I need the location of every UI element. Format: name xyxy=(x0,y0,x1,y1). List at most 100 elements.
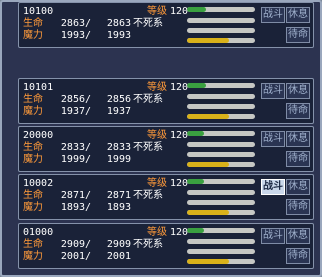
mp-max: 1993 xyxy=(106,30,131,41)
status-bar xyxy=(187,239,255,244)
status-bar xyxy=(187,142,255,147)
hp-label: 生命 xyxy=(23,142,43,153)
mp-current: 1937 xyxy=(60,106,85,117)
rest-button[interactable]: 休息 xyxy=(286,83,310,99)
status-bar xyxy=(187,249,255,254)
level-label: 等级 xyxy=(147,130,167,141)
mp-slash: / xyxy=(85,251,92,262)
status-bar xyxy=(187,104,255,109)
status-bar-fill xyxy=(187,179,204,184)
status-bar xyxy=(187,7,255,12)
mp-current: 1893 xyxy=(60,202,85,213)
wait-button[interactable]: 待命 xyxy=(286,248,310,264)
hp-current: 2833 xyxy=(60,142,85,153)
hp-slash: / xyxy=(85,18,92,29)
status-bar-fill xyxy=(187,210,230,215)
hp-slash: / xyxy=(85,94,92,105)
fight-button[interactable]: 战斗 xyxy=(261,228,285,244)
status-bar-fill xyxy=(187,83,207,88)
hp-max: 2833 xyxy=(106,142,131,153)
level-value: 120 xyxy=(170,178,189,189)
fight-button[interactable]: 战斗 xyxy=(261,179,285,195)
mp-current: 1999 xyxy=(60,154,85,165)
hp-slash: / xyxy=(85,239,92,250)
mp-label: 魔力 xyxy=(23,154,43,165)
status-bar xyxy=(187,114,255,119)
pet-panel: 10002 等级 120 生命 魔力 2871 / 2871 不死系 1893 … xyxy=(18,174,314,220)
hp-label: 生命 xyxy=(23,18,43,29)
hp-current: 2856 xyxy=(60,94,85,105)
race-label: 不死系 xyxy=(133,190,163,201)
race-label: 不死系 xyxy=(133,142,163,153)
status-bar xyxy=(187,18,255,23)
wait-button[interactable]: 待命 xyxy=(286,27,310,43)
fight-button[interactable]: 战斗 xyxy=(261,131,285,147)
hp-max: 2871 xyxy=(106,190,131,201)
hp-label: 生命 xyxy=(23,190,43,201)
status-bar xyxy=(187,259,255,264)
status-bar xyxy=(187,38,255,43)
hp-max: 2863 xyxy=(106,18,131,29)
status-bar xyxy=(187,210,255,215)
status-bar xyxy=(187,83,255,88)
hp-current: 2909 xyxy=(60,239,85,250)
level-value: 120 xyxy=(170,227,189,238)
fight-button[interactable]: 战斗 xyxy=(261,7,285,23)
rest-button[interactable]: 休息 xyxy=(286,7,310,23)
level-label: 等级 xyxy=(147,6,167,17)
status-bar xyxy=(187,179,255,184)
pet-id: 10101 xyxy=(23,82,54,93)
race-label: 不死系 xyxy=(133,239,163,250)
hp-current: 2871 xyxy=(60,190,85,201)
rest-button[interactable]: 休息 xyxy=(286,131,310,147)
rest-button[interactable]: 休息 xyxy=(286,179,310,195)
status-bar xyxy=(187,131,255,136)
mp-max: 2001 xyxy=(106,251,131,262)
mp-slash: / xyxy=(85,30,92,41)
wait-button[interactable]: 待命 xyxy=(286,199,310,215)
status-bar-fill xyxy=(187,114,230,119)
mp-max: 1893 xyxy=(106,202,131,213)
mp-label: 魔力 xyxy=(23,30,43,41)
mp-label: 魔力 xyxy=(23,106,43,117)
race-label: 不死系 xyxy=(133,18,163,29)
status-bar xyxy=(187,200,255,205)
hp-slash: / xyxy=(85,142,92,153)
pet-id: 10002 xyxy=(23,178,54,189)
status-bar xyxy=(187,162,255,167)
mp-max: 1999 xyxy=(106,154,131,165)
pet-panel: 01000 等级 120 生命 魔力 2909 / 2909 不死系 2001 … xyxy=(18,223,314,269)
status-bar-fill xyxy=(187,131,204,136)
pet-id: 10100 xyxy=(23,6,54,17)
mp-label: 魔力 xyxy=(23,251,43,262)
level-label: 等级 xyxy=(147,227,167,238)
wait-button[interactable]: 待命 xyxy=(286,103,310,119)
hp-label: 生命 xyxy=(23,94,43,105)
mp-max: 1937 xyxy=(106,106,131,117)
status-bar xyxy=(187,28,255,33)
status-bar xyxy=(187,94,255,99)
race-label: 不死系 xyxy=(133,94,163,105)
pet-panel: 10100 等级 120 生命 魔力 2863 / 2863 不死系 1993 … xyxy=(18,2,314,48)
status-bar xyxy=(187,228,255,233)
mp-label: 魔力 xyxy=(23,202,43,213)
hp-max: 2909 xyxy=(106,239,131,250)
status-bar xyxy=(187,190,255,195)
hp-current: 2863 xyxy=(60,18,85,29)
level-value: 120 xyxy=(170,130,189,141)
rest-button[interactable]: 休息 xyxy=(286,228,310,244)
status-bar xyxy=(187,152,255,157)
pet-panel: 20000 等级 120 生命 魔力 2833 / 2833 不死系 1999 … xyxy=(18,126,314,172)
status-bar-fill xyxy=(187,7,207,12)
level-label: 等级 xyxy=(147,178,167,189)
pet-window: 寵物 × 10101 等级 120 生命 魔力 2856 / 2856 不死系 … xyxy=(0,0,322,277)
level-value: 120 xyxy=(170,82,189,93)
mp-slash: / xyxy=(85,202,92,213)
mp-slash: / xyxy=(85,154,92,165)
pet-panel: 10101 等级 120 生命 魔力 2856 / 2856 不死系 1937 … xyxy=(18,78,314,124)
wait-button[interactable]: 待命 xyxy=(286,151,310,167)
status-bar-fill xyxy=(187,228,204,233)
fight-button[interactable]: 战斗 xyxy=(261,83,285,99)
pet-id: 20000 xyxy=(23,130,54,141)
status-bar-fill xyxy=(187,38,230,43)
